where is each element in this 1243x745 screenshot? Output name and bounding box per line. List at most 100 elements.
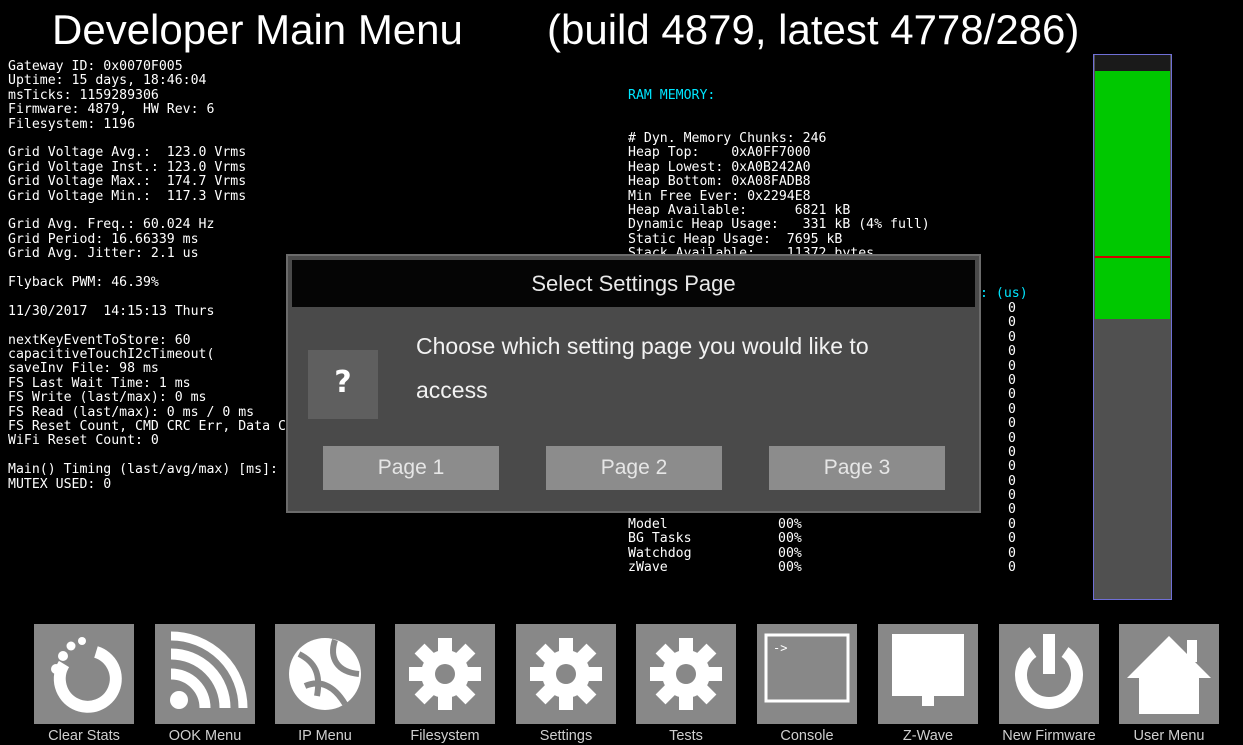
console-prompt: ->: [773, 641, 787, 655]
memory-bar-cap: [1095, 55, 1170, 71]
dock-label: Settings: [539, 728, 593, 744]
task-pct: 00%: [778, 516, 802, 532]
stat-line: Grid Avg. Freq.: 60.024 Hz: [8, 217, 215, 233]
ram-heading: RAM MEMORY:: [628, 87, 716, 103]
dock-label: IP Menu: [298, 728, 352, 744]
task-pct: 00%: [778, 531, 802, 547]
task-table-header: : (us): [980, 286, 1028, 301]
console-button[interactable]: -> Console: [757, 624, 857, 745]
task-val: 0: [1008, 531, 1016, 547]
task-val: 0: [1008, 315, 1016, 331]
task-val: 0: [1008, 401, 1016, 417]
ook-menu-button[interactable]: OOK Menu: [155, 624, 255, 745]
ram-stat-line: # Dyn. Memory Chunks: 246: [628, 131, 827, 147]
page-2-button[interactable]: Page 2: [546, 446, 722, 490]
stat-line: msTicks: 1159289306: [8, 87, 159, 103]
task-val: 0: [1008, 459, 1016, 475]
task-val: 0: [1008, 545, 1016, 561]
ram-stat-line: Heap Top: 0xA0FF7000: [628, 145, 811, 161]
task-row: zWave 00% 0: [628, 560, 1088, 576]
task-name: Watchdog: [628, 545, 692, 561]
task-row: BG Tasks 00% 0: [628, 531, 1088, 547]
build-info: (build 4879, latest 4778/286): [547, 6, 1080, 53]
ip-menu-button[interactable]: IP Menu: [275, 624, 375, 745]
task-val: 0: [1008, 502, 1016, 518]
gear-icon: [395, 624, 495, 724]
user-menu-button[interactable]: User Menu: [1119, 624, 1219, 745]
dock-label: User Menu: [1133, 728, 1205, 744]
dock-label: Filesystem: [410, 728, 480, 744]
home-icon: [1119, 624, 1219, 724]
task-val: 0: [1008, 516, 1016, 532]
question-glyph: ?: [334, 365, 352, 400]
task-val: 0: [1008, 560, 1016, 576]
stat-line: Grid Period: 16.66339 ms: [8, 231, 199, 247]
stat-line: Grid Voltage Max.: 174.7 Vrms: [8, 174, 247, 190]
ram-stat-line: Min Free Ever: 0x2294E8: [628, 188, 811, 204]
monitor-icon: [878, 624, 978, 724]
settings-page-dialog: Select Settings Page ? Choose which sett…: [286, 254, 981, 513]
task-val: 0: [1008, 358, 1016, 374]
task-row: Model 00% 0: [628, 516, 1088, 532]
stat-line: Grid Voltage Inst.: 123.0 Vrms: [8, 159, 247, 175]
settings-button[interactable]: Settings: [516, 624, 616, 745]
globe-icon: [275, 624, 375, 724]
clear-stats-button[interactable]: Clear Stats: [34, 624, 134, 745]
bottom-dock: Clear Stats OOK Menu IP Menu Filesystem …: [0, 618, 1243, 745]
memory-used-segment: [1095, 71, 1170, 256]
memory-static-segment: [1095, 258, 1170, 319]
ram-stat-line: Heap Bottom: 0xA08FADB8: [628, 174, 811, 190]
dock-label: Tests: [669, 728, 703, 744]
new-firmware-button[interactable]: New Firmware: [999, 624, 1099, 745]
dock-label: Z-Wave: [902, 728, 954, 744]
question-icon: ?: [308, 350, 378, 419]
ram-stat-line: Dynamic Heap Usage: 331 kB (4% full): [628, 217, 930, 233]
task-val: 0: [1008, 430, 1016, 446]
task-val: 0: [1008, 372, 1016, 388]
power-icon: [999, 624, 1099, 724]
page-3-button[interactable]: Page 3: [769, 446, 945, 490]
task-val: 0: [1008, 488, 1016, 504]
task-val: 0: [1008, 301, 1016, 316]
page-1-button[interactable]: Page 1: [323, 446, 499, 490]
dock-label: New Firmware: [1002, 728, 1096, 744]
ram-stat-line: Static Heap Usage: 7695 kB: [628, 231, 843, 247]
ram-stat-line: Heap Available: 6821 kB: [628, 203, 851, 219]
tests-button[interactable]: Tests: [636, 624, 736, 745]
ram-stat-line: Heap Lowest: 0xA0B242A0: [628, 159, 811, 175]
task-val: 0: [1008, 387, 1016, 403]
stat-line: Filesystem: 1196: [8, 116, 136, 132]
task-val: 0: [1008, 329, 1016, 345]
page-title: Developer Main Menu: [52, 6, 463, 53]
dialog-message: Choose which setting page you would like…: [416, 333, 869, 403]
filesystem-button[interactable]: Filesystem: [395, 624, 495, 745]
console-icon: ->: [757, 624, 857, 724]
task-val: 0: [1008, 473, 1016, 489]
task-name: zWave: [628, 560, 668, 576]
stat-line: Grid Voltage Min.: 117.3 Vrms: [8, 188, 247, 204]
rss-icon: [155, 624, 255, 724]
dialog-header: Select Settings Page: [292, 260, 975, 307]
task-val: 0: [1008, 444, 1016, 460]
stat-line: Grid Voltage Avg.: 123.0 Vrms: [8, 145, 247, 161]
gear-icon: [516, 624, 616, 724]
gear-icon: [636, 624, 736, 724]
stat-line: Uptime: 15 days, 18:46:04: [8, 73, 207, 89]
z-wave-button[interactable]: Z-Wave: [878, 624, 978, 745]
refresh-icon: [34, 624, 134, 724]
ram-memory-panel: RAM MEMORY: # Dyn. Memory Chunks: 246 Hea…: [628, 60, 930, 276]
task-pct: 00%: [778, 560, 802, 576]
stat-line: Gateway ID: 0x0070F005: [8, 59, 183, 74]
task-pct: 00%: [778, 545, 802, 561]
task-val: 0: [1008, 416, 1016, 432]
memory-usage-bar: [1093, 54, 1172, 600]
task-name: Model: [628, 516, 668, 532]
task-name: BG Tasks: [628, 531, 692, 547]
dock-label: Console: [780, 728, 834, 744]
dialog-title: Select Settings Page: [531, 271, 736, 296]
task-row: Watchdog 00% 0: [628, 545, 1088, 561]
dock-label: OOK Menu: [168, 728, 242, 744]
task-val: 0: [1008, 344, 1016, 360]
